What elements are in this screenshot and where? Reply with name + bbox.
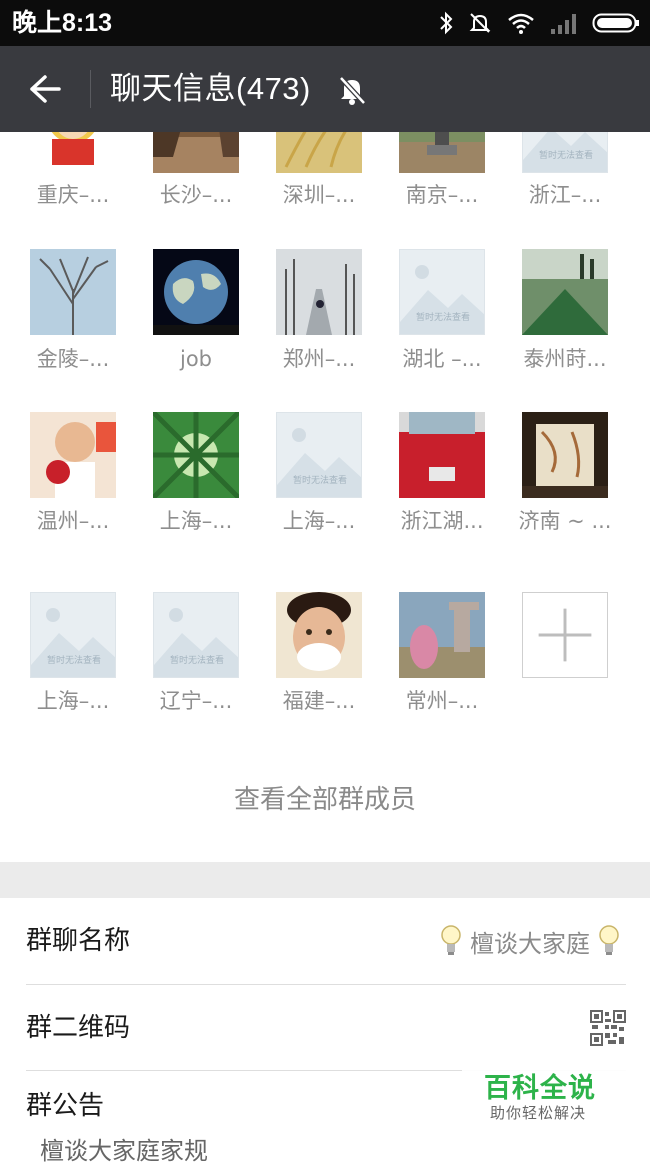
silent-bell-icon: [469, 13, 491, 33]
member-avatar: 暂时无法查看: [30, 592, 116, 678]
image-unavailable-icon: 暂时无法查看: [277, 413, 361, 497]
member-avatar: [30, 249, 116, 335]
member-avatar: [399, 132, 485, 173]
watermark-logo: 百科全说 助你轻松解决: [462, 1060, 634, 1130]
member-avatar: [522, 249, 608, 335]
member-avatar: [30, 132, 116, 173]
member-avatar: [522, 412, 608, 498]
group-name-value: 檀谈大家庭: [440, 924, 620, 958]
member-name: 常州–...: [405, 689, 479, 713]
member-name: 长沙–...: [159, 183, 233, 207]
status-bar: 晚上8:13: [0, 0, 650, 46]
page-title: 聊天信息(473): [110, 71, 311, 106]
member-name: 南京–...: [405, 183, 479, 207]
member-avatar: [399, 592, 485, 678]
member-name: 金陵–...: [36, 347, 110, 371]
member-avatar: [153, 132, 239, 173]
announcement-preview: 檀谈大家庭家规: [40, 1137, 208, 1165]
add-member-box: [522, 592, 608, 678]
nav-divider: [90, 70, 91, 108]
member-name: 浙江湖...: [400, 509, 484, 533]
svg-text:暂时无法查看: 暂时无法查看: [293, 474, 347, 486]
bluetooth-icon: [440, 11, 453, 35]
svg-text:暂时无法查看: 暂时无法查看: [170, 654, 224, 666]
section-separator: [0, 862, 650, 898]
svg-text:暂时无法查看: 暂时无法查看: [47, 654, 101, 666]
watermark-subtitle: 助你轻松解决: [490, 1104, 587, 1122]
wifi-icon: [508, 13, 534, 34]
group-name-row[interactable]: 群聊名称 檀谈大家庭: [0, 898, 650, 984]
member-name: job: [179, 347, 212, 371]
member-avatar: [30, 412, 116, 498]
member-name: 上海–...: [159, 509, 233, 533]
back-arrow-icon: [30, 75, 61, 103]
member-avatar: 暂时无法查看: [276, 412, 362, 498]
member-grid: 重庆–... 长沙–... 深圳–... 南京–... 暂时无法查看 浙江–... 金陵–.…: [0, 132, 650, 862]
signal-icon: [551, 14, 576, 34]
member-avatar: 暂时无法查看: [399, 249, 485, 335]
member-avatar: 暂时无法查看: [153, 592, 239, 678]
image-unavailable-icon: 暂时无法查看: [31, 593, 115, 677]
plus-icon: [538, 608, 592, 662]
status-time: 晚上8:13: [12, 9, 113, 37]
member-avatar: [399, 412, 485, 498]
image-unavailable-icon: 暂时无法查看: [154, 593, 238, 677]
member-name: 温州–...: [36, 509, 110, 533]
qr-code-row[interactable]: 群二维码: [0, 985, 650, 1071]
group-name-label: 群聊名称: [26, 926, 131, 956]
member-name: 郑州–...: [282, 347, 356, 371]
member-name: 湖北 –...: [402, 347, 482, 371]
battery-icon: [592, 13, 639, 33]
member-avatar: 暂时无法查看: [522, 132, 608, 173]
image-unavailable-icon: 暂时无法查看: [523, 132, 607, 172]
qr-code-icon: [590, 1010, 626, 1046]
member-name: 深圳–...: [282, 183, 356, 207]
image-unavailable-icon: 暂时无法查看: [400, 250, 484, 334]
member-name: 浙江–...: [528, 183, 602, 207]
announcement-label: 群公告: [26, 1091, 105, 1121]
member-name: 福建–...: [282, 689, 356, 713]
member-name: 上海–...: [36, 689, 110, 713]
member-name: 辽宁–...: [159, 689, 233, 713]
member-name: 上海–...: [282, 509, 356, 533]
qr-code-label: 群二维码: [26, 1013, 131, 1043]
group-name-text: 檀谈大家庭: [470, 929, 590, 958]
watermark-title: 百科全说: [484, 1073, 596, 1104]
member-avatar: [276, 592, 362, 678]
back-button[interactable]: [24, 68, 66, 110]
member-avatar: [276, 249, 362, 335]
svg-text:暂时无法查看: 暂时无法查看: [539, 149, 593, 161]
svg-text:暂时无法查看: 暂时无法查看: [416, 311, 470, 323]
member-name: 济南 ~ ...: [518, 509, 612, 533]
member-avatar: [153, 249, 239, 335]
lightbulb-icon: [599, 925, 619, 955]
status-icons: [438, 10, 640, 36]
member-avatar: [153, 412, 239, 498]
member-name: 泰州莳...: [523, 347, 607, 371]
lightbulb-icon: [441, 925, 461, 955]
member-avatar: [276, 132, 362, 173]
nav-bar: 聊天信息(473): [0, 46, 650, 132]
member-name: 重庆–...: [36, 183, 110, 207]
mute-bell-icon: [339, 76, 366, 105]
view-all-members-link[interactable]: 查看全部群成员: [0, 782, 650, 818]
